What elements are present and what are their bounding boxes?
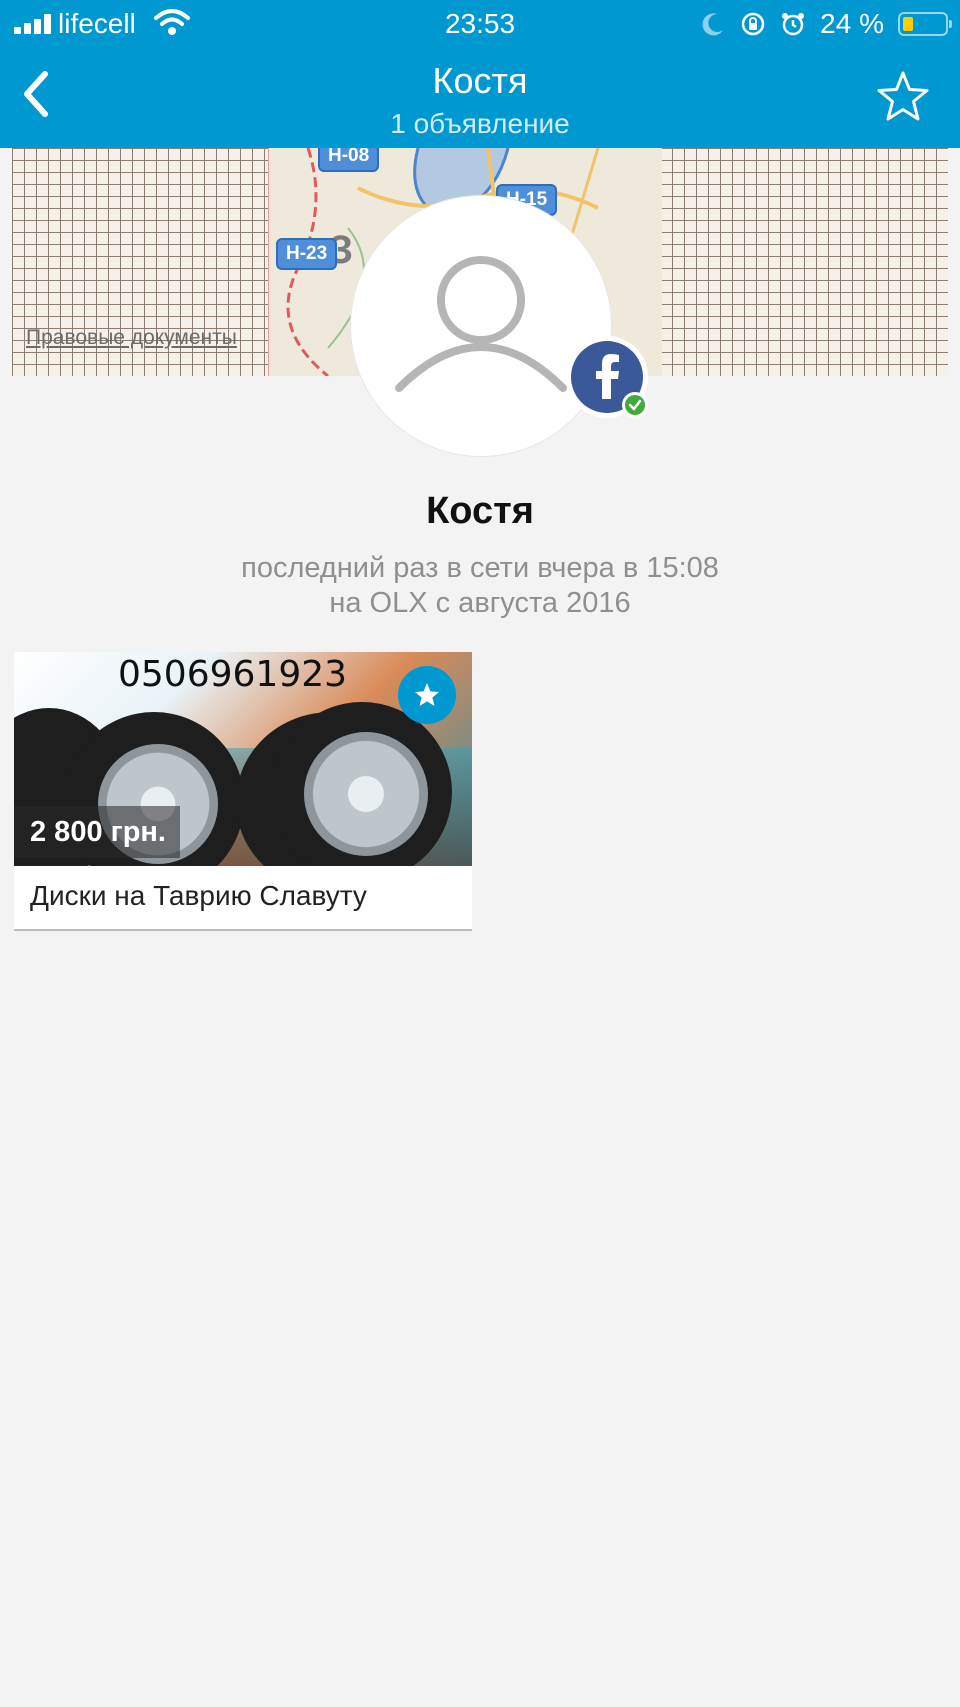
ad-title[interactable]: Диски на Таврию Славуту bbox=[30, 880, 367, 912]
road-label: H-08 bbox=[318, 148, 380, 172]
page-title: Костя bbox=[432, 60, 528, 101]
page-subtitle: 1 объявление bbox=[390, 108, 570, 139]
ad-photo[interactable]: 0506961923 2 800 грн. bbox=[14, 652, 472, 866]
user-placeholder-icon bbox=[395, 256, 567, 392]
ad-card[interactable]: 0506961923 2 800 грн. Диски на Таврию Сл… bbox=[14, 652, 472, 931]
favorite-ad-button[interactable] bbox=[398, 666, 456, 724]
member-since-text: на OLX с августа 2016 bbox=[329, 587, 631, 619]
seller-name: Костя bbox=[426, 490, 534, 532]
road-label: H-23 bbox=[276, 238, 338, 270]
top-bar: lifecell 23:53 24 % Костя 1 объявление bbox=[0, 0, 960, 148]
verified-check-icon bbox=[622, 392, 648, 418]
ad-price: 2 800 грн. bbox=[14, 806, 180, 858]
facebook-verified-badge bbox=[566, 336, 648, 418]
star-icon bbox=[415, 683, 439, 706]
alarm-icon bbox=[782, 13, 805, 36]
moon-icon bbox=[702, 13, 724, 36]
ad-phone-overlay: 0506961923 bbox=[118, 654, 348, 695]
legal-documents-link[interactable]: Правовые документы bbox=[26, 326, 237, 350]
status-right: 24 % bbox=[700, 6, 952, 42]
last-seen-text: последний раз в сети вчера в 15:08 bbox=[241, 552, 719, 584]
battery-icon bbox=[898, 12, 952, 36]
favorite-seller-button[interactable] bbox=[876, 70, 930, 124]
rotation-lock-icon bbox=[741, 12, 765, 36]
battery-percent: 24 % bbox=[820, 8, 884, 39]
avatar bbox=[351, 196, 611, 456]
status-bar: lifecell 23:53 24 % bbox=[0, 0, 960, 48]
